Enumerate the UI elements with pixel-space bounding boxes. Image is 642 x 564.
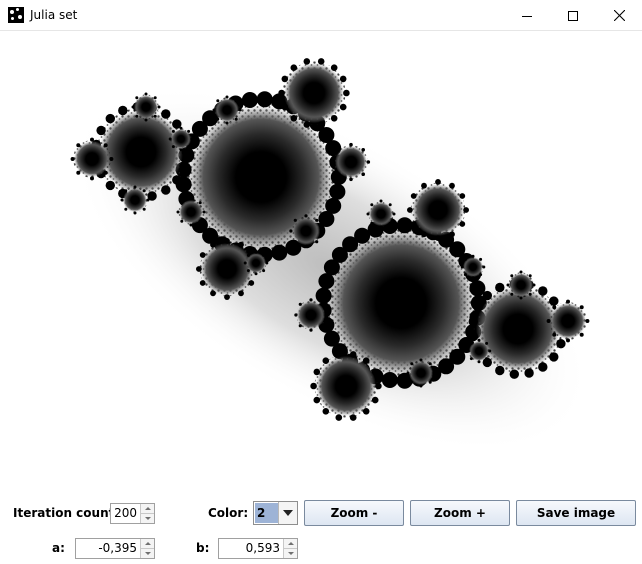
spinner-up-icon[interactable] (141, 504, 154, 514)
a-label: a: (52, 541, 65, 555)
spinner-up-icon[interactable] (284, 539, 297, 549)
color-label: Color: (208, 506, 249, 520)
color-selected-value[interactable]: 2 (255, 503, 278, 523)
minimize-icon (522, 15, 532, 17)
zoom-in-button[interactable]: Zoom + (410, 500, 510, 526)
window-title: Julia set (30, 8, 78, 22)
maximize-button[interactable] (550, 0, 596, 31)
iteration-count-value[interactable]: 200 (111, 504, 140, 523)
spinner-down-icon[interactable] (284, 549, 297, 558)
iteration-count-spinner[interactable]: 200 (110, 503, 155, 524)
b-label: b: (196, 541, 210, 555)
save-image-button[interactable]: Save image (516, 500, 636, 526)
color-select[interactable]: 2 (253, 501, 298, 525)
fractal-canvas[interactable] (1, 31, 641, 489)
a-spinner[interactable]: -0,395 (75, 538, 155, 559)
zoom-out-button[interactable]: Zoom - (304, 500, 404, 526)
minimize-button[interactable] (504, 0, 550, 31)
julia-fractal-icon[interactable] (8, 7, 24, 23)
maximize-icon (568, 10, 578, 21)
spinner-down-icon[interactable] (141, 549, 154, 558)
a-value[interactable]: -0,395 (76, 539, 140, 558)
spinner-down-icon[interactable] (141, 514, 154, 523)
julia-set-image (70, 58, 591, 453)
title-bar: Julia set (0, 0, 642, 31)
spinner-up-icon[interactable] (141, 539, 154, 549)
b-spinner[interactable]: 0,593 (218, 538, 298, 559)
close-icon (613, 10, 625, 21)
b-value[interactable]: 0,593 (219, 539, 283, 558)
close-button[interactable] (596, 0, 642, 31)
chevron-down-icon[interactable] (278, 502, 297, 524)
iteration-count-label: Iteration count: (13, 506, 120, 520)
